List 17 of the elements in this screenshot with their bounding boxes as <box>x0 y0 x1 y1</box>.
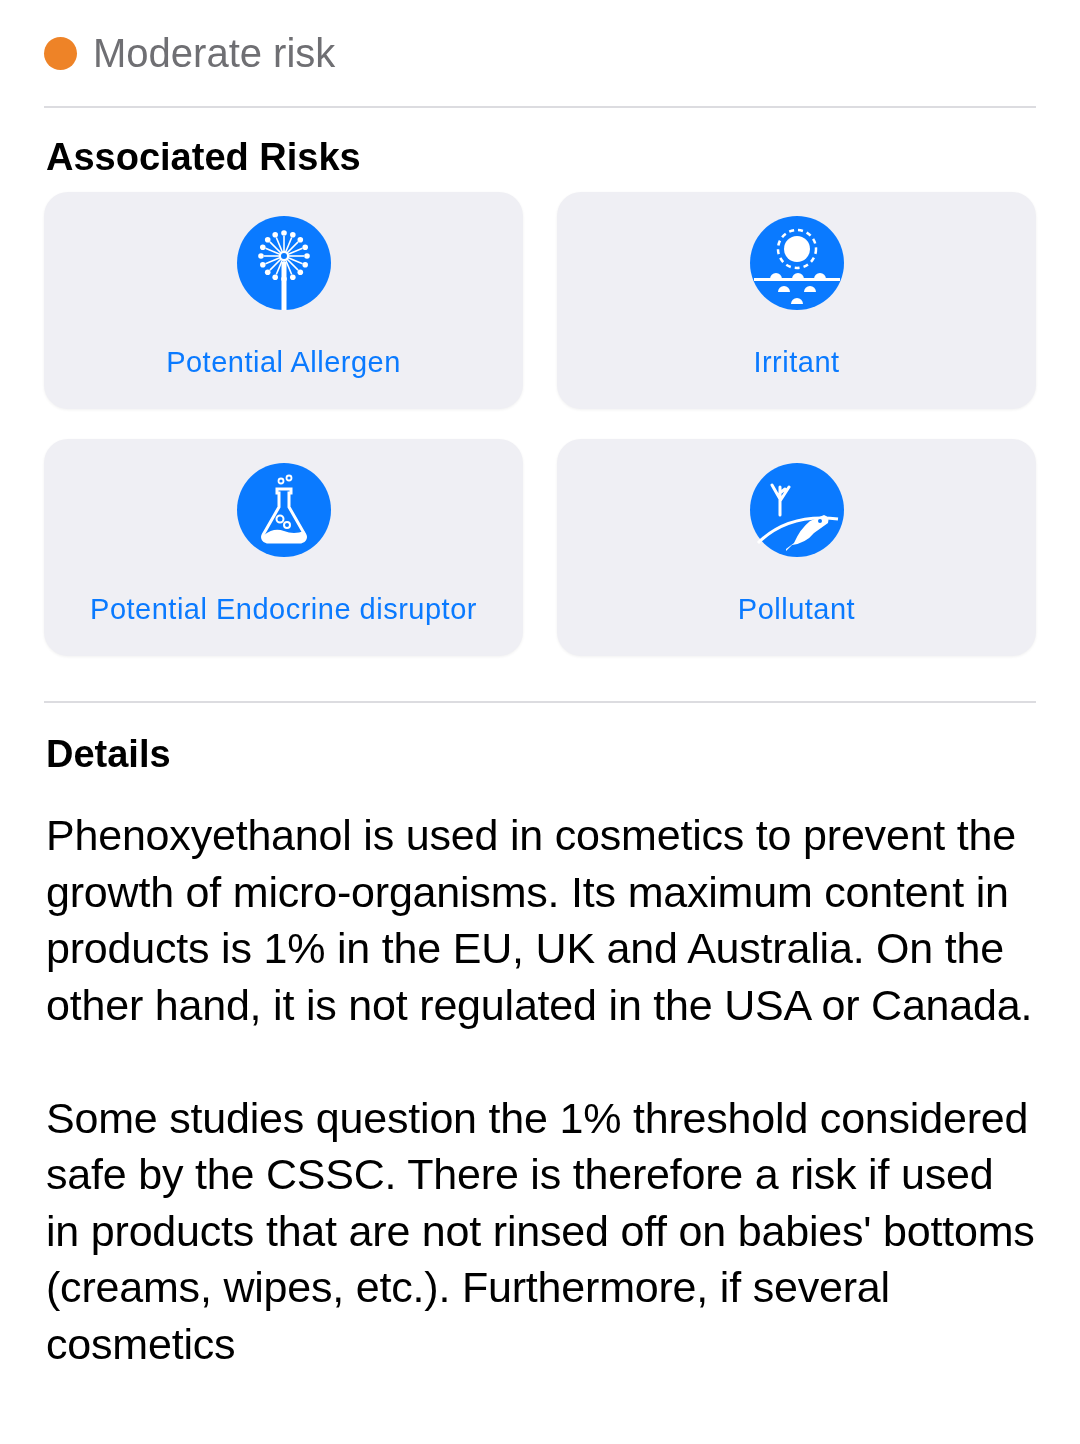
risk-card[interactable]: Potential Allergen <box>44 192 523 409</box>
section-title: Associated Risks <box>46 135 362 180</box>
fish-and-coral-icon <box>749 463 844 557</box>
flask-icon <box>236 463 331 557</box>
dandelion-icon <box>236 216 331 310</box>
risk-label: Potential Endocrine disruptor <box>90 593 477 626</box>
risk-label: Moderate risk <box>93 30 336 76</box>
section-title: Details <box>46 732 172 777</box>
details-paragraph: Some studies question the 1% threshold considered safe by the CSSC. There is therefore a risk if used in products that are not rinsed off on babies' bottoms (creams, wipes, etc.). Furthermore, if several cosmetics <box>46 1092 1036 1370</box>
details-paragraph: Phenoxyethanol is used in cosmetics to prevent the growth of micro-organisms. Its maximum content in products is 1% in the EU, UK and Australia. On the other hand, it is not regulated in the USA or Canada. <box>46 810 1034 1031</box>
risk-card[interactable]: Irritant <box>557 192 1036 409</box>
risk-label: Irritant <box>753 346 840 379</box>
risk-card[interactable]: Potential Endocrine disruptor <box>44 439 523 656</box>
sun-over-skin-icon <box>749 216 844 310</box>
risk-label: Potential Allergen <box>166 346 401 379</box>
risk-label: Pollutant <box>737 593 856 626</box>
risk-card[interactable]: Pollutant <box>557 439 1036 656</box>
